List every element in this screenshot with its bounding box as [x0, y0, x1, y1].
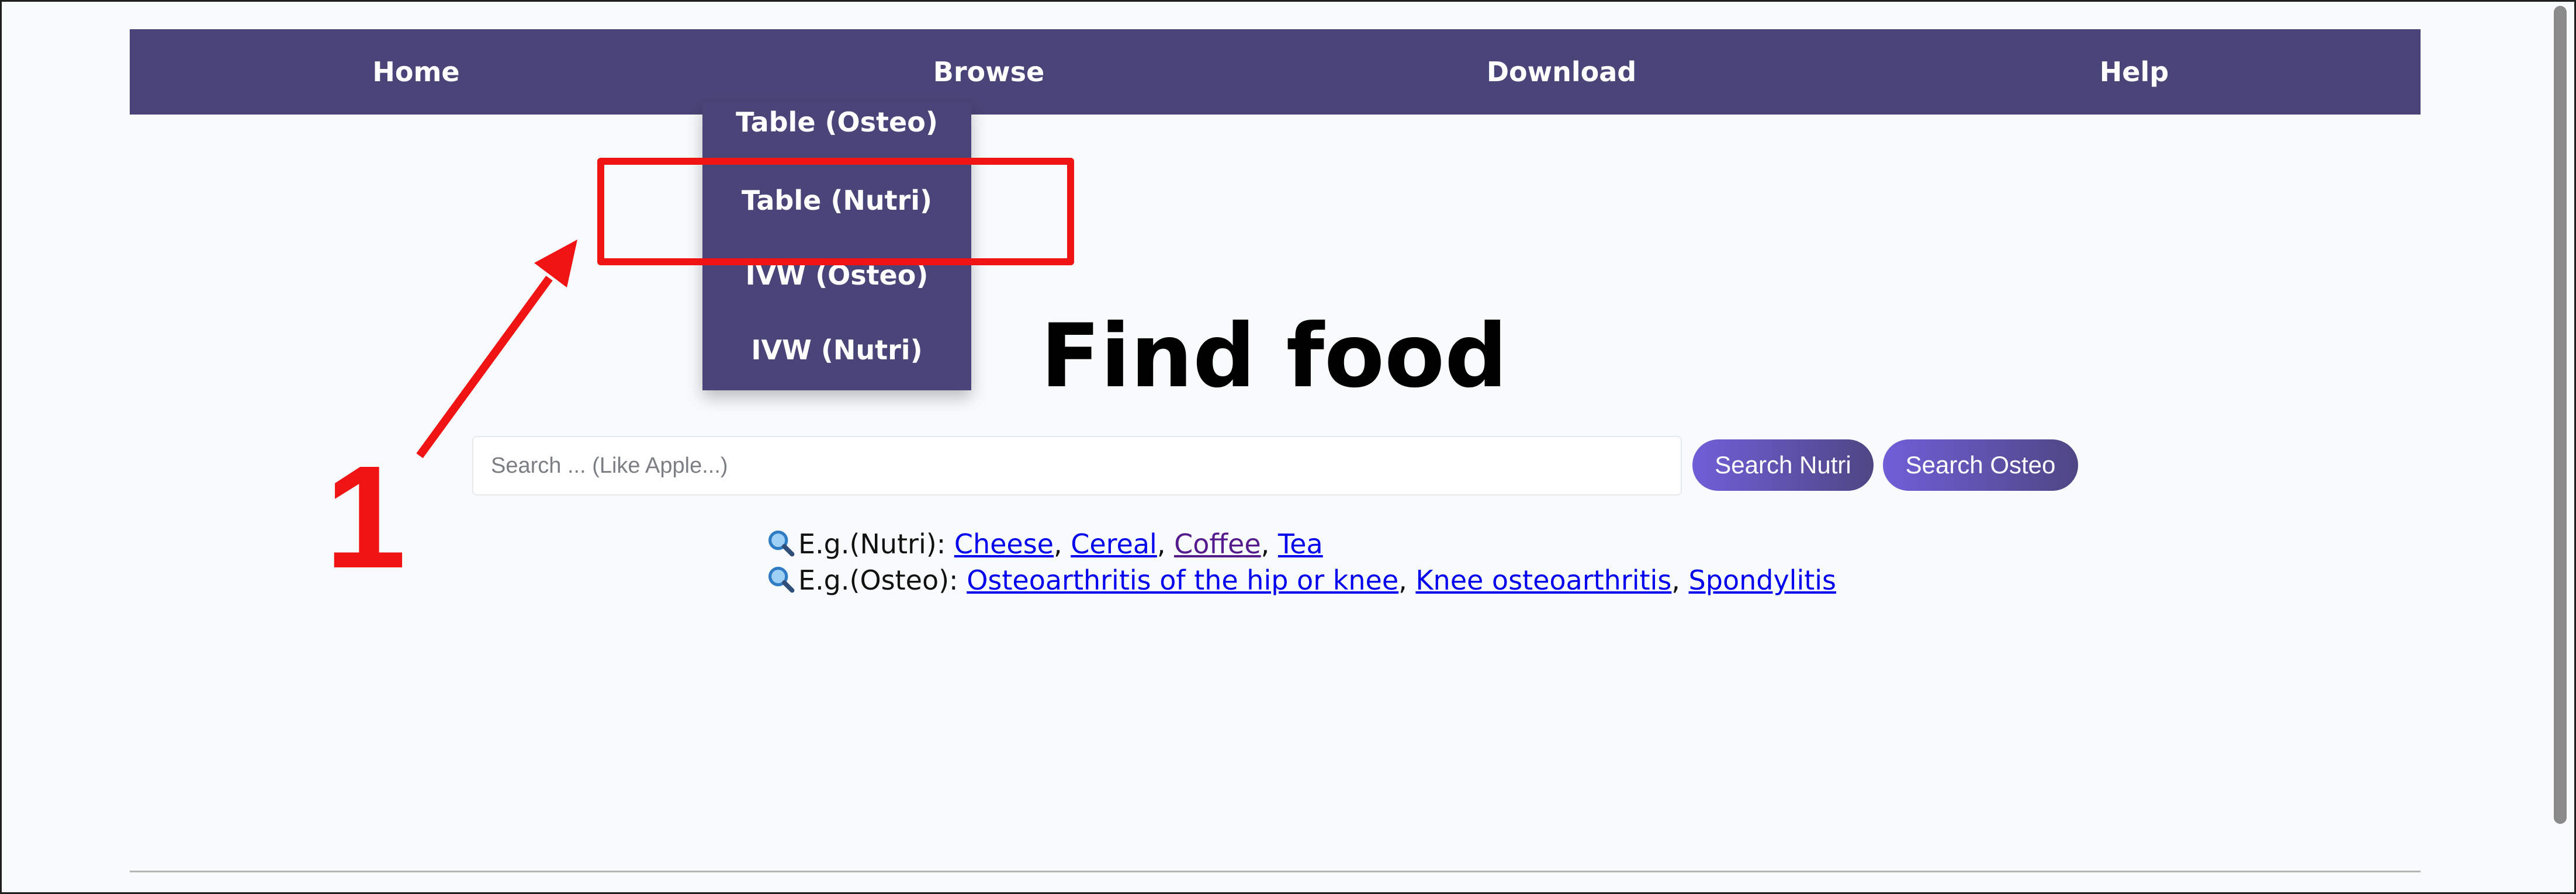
example-prefix-nutri: E.g.(Nutri):: [798, 528, 954, 560]
search-input[interactable]: [472, 436, 1682, 495]
example-link-spondylitis[interactable]: Spondylitis: [1689, 564, 1836, 596]
scrollbar-thumb[interactable]: [2554, 6, 2567, 824]
example-link-cereal[interactable]: Cereal: [1071, 528, 1157, 560]
magnifier-icon: [768, 530, 795, 557]
example-line-osteo: E.g.(Osteo): Osteoarthritis of the hip o…: [766, 562, 1836, 598]
example-link-tea[interactable]: Tea: [1278, 528, 1323, 560]
search-osteo-button[interactable]: Search Osteo: [1883, 439, 2078, 491]
annotation-step-number: 1: [325, 435, 407, 598]
page-title: Find food: [1040, 306, 1508, 407]
example-link-osteoarthritis-hip-knee[interactable]: Osteoarthritis of the hip or knee: [967, 564, 1398, 596]
example-prefix-osteo: E.g.(Osteo):: [798, 564, 967, 596]
example-link-knee-osteoarthritis[interactable]: Knee osteoarthritis: [1415, 564, 1671, 596]
magnifier-icon: [768, 566, 795, 593]
footer-divider: [130, 871, 2421, 872]
example-line-nutri: E.g.(Nutri): Cheese, Cereal, Coffee, Tea: [766, 526, 1836, 562]
example-link-coffee[interactable]: Coffee: [1174, 528, 1261, 560]
example-queries: E.g.(Nutri): Cheese, Cereal, Coffee, Tea…: [766, 526, 1836, 598]
search-nutri-button[interactable]: Search Nutri: [1692, 439, 1874, 491]
example-link-cheese[interactable]: Cheese: [954, 528, 1054, 560]
